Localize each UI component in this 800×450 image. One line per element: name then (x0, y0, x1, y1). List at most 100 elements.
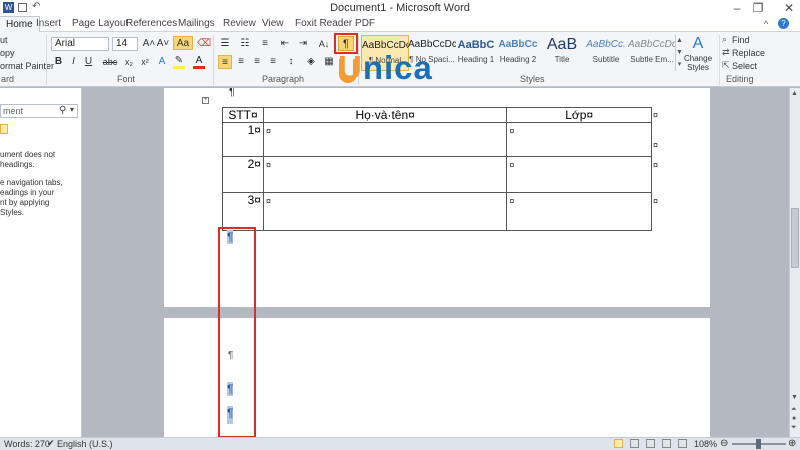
student-table[interactable]: STT¤ Họ·và·tên¤ Lớp¤ 1¤ ¤ ¤ 2¤ ¤ ¤ 3¤ ¤ … (222, 107, 652, 231)
subscript-button[interactable]: x₂ (122, 55, 136, 69)
ribbon-tabs: Home Insert Page Layout References Maili… (0, 16, 800, 33)
style-heading-2[interactable]: AaBbCc Heading 2 (494, 35, 542, 71)
align-left-icon[interactable]: ≡ (218, 55, 232, 69)
table-header-cell[interactable]: STT¤ (222, 107, 264, 123)
cell-stt: 1¤ (247, 123, 261, 137)
italic-button[interactable]: I (68, 55, 79, 69)
text-effects-icon[interactable]: A (156, 55, 168, 69)
clear-formatting-icon[interactable]: ⌫ (197, 37, 211, 51)
style-subtle-emphasis[interactable]: AaBbCcDc Subtle Em... (628, 35, 676, 71)
change-case-button[interactable]: Aa (173, 36, 193, 50)
table-cell[interactable]: ¤ (506, 192, 652, 231)
increase-indent-icon[interactable]: ⇥ (296, 37, 310, 51)
bold-button[interactable]: B (53, 55, 64, 69)
align-center-icon[interactable]: ≡ (234, 55, 248, 69)
table-header-cell[interactable]: Họ·và·tên¤ (262, 107, 508, 123)
ribbon-minimize-icon[interactable]: ^ (764, 19, 768, 29)
table-cell[interactable]: ¤ (262, 192, 508, 231)
replace-icon: ⇄ (722, 47, 730, 57)
scrollbar-thumb[interactable] (791, 208, 799, 268)
table-cell[interactable]: 3¤ (222, 192, 264, 231)
proofing-icon[interactable]: ✔ (47, 438, 55, 449)
style-heading-1[interactable]: AaBbC Heading 1 (452, 35, 500, 71)
tab-page-layout[interactable]: Page Layout (72, 18, 128, 29)
language-status[interactable]: English (U.S.) (57, 439, 113, 449)
superscript-button[interactable]: x² (138, 55, 152, 69)
copy-button[interactable]: opy (0, 48, 15, 58)
nav-tab-headings-icon[interactable] (0, 124, 8, 134)
status-bar: Words: 270 ✔ English (U.S.) 108% ⊖ ⊕ (0, 437, 800, 450)
bullets-icon[interactable]: ☰ (218, 37, 232, 51)
next-page-icon[interactable]: ⏷ (791, 424, 797, 432)
table-header-cell[interactable]: Lớp¤ (506, 107, 652, 123)
tab-home[interactable]: Home (0, 16, 40, 33)
chevron-down-icon[interactable]: ▾ (70, 105, 74, 114)
table-cell[interactable]: 2¤ (222, 156, 264, 193)
font-group-label: Font (117, 74, 136, 84)
replace-button[interactable]: Replace (732, 48, 765, 58)
print-layout-icon[interactable] (614, 439, 623, 448)
nav-search-input[interactable]: ment ⚲ ▾ (0, 104, 78, 118)
previous-page-icon[interactable]: ⏶ (791, 406, 797, 414)
web-layout-icon[interactable] (646, 439, 655, 448)
tab-view[interactable]: View (262, 18, 284, 29)
underline-button[interactable]: U (83, 55, 94, 69)
change-styles-button[interactable]: Change Styles (684, 54, 712, 72)
numbering-icon[interactable]: ☷ (238, 37, 252, 51)
tab-references[interactable]: References (126, 18, 177, 29)
font-color-button[interactable]: A (193, 55, 205, 69)
style-subtitle[interactable]: AaBbCc. Subtitle (582, 35, 630, 71)
table-cell[interactable]: 1¤ (222, 122, 264, 157)
shrink-font-button[interactable]: A˅ (156, 37, 170, 51)
table-move-handle-icon[interactable]: + (202, 97, 209, 104)
borders-icon[interactable]: ▦ (322, 55, 336, 69)
styles-scroll-icon[interactable]: ▲ ▼ ▾ (675, 35, 683, 71)
select-button[interactable]: Select (732, 61, 757, 71)
zoom-level[interactable]: 108% (694, 439, 717, 449)
tab-review[interactable]: Review (223, 18, 256, 29)
decrease-indent-icon[interactable]: ⇤ (278, 37, 292, 51)
zoom-out-icon[interactable]: ⊖ (720, 438, 728, 449)
word-count[interactable]: Words: 270 (4, 439, 50, 449)
justify-icon[interactable]: ≡ (266, 55, 280, 69)
grow-font-button[interactable]: A˄ (142, 37, 156, 51)
scroll-up-icon[interactable]: ▲ (791, 90, 798, 97)
font-size-combo[interactable]: 14 (112, 37, 138, 51)
change-styles-icon[interactable]: A (690, 35, 706, 53)
find-button[interactable]: Find (732, 35, 750, 45)
browse-object-icon[interactable]: ● (792, 415, 796, 422)
strikethrough-button[interactable]: abc (101, 55, 119, 69)
vertical-scrollbar[interactable]: ▲ ▼ ⏶ ● ⏷ (789, 88, 800, 437)
outline-view-icon[interactable] (662, 439, 671, 448)
highlight-icon[interactable]: ✎ (173, 55, 185, 69)
style-title[interactable]: AaB Title (538, 35, 586, 71)
font-name-combo[interactable]: Arial (51, 37, 109, 51)
styles-group-label: Styles (520, 74, 545, 84)
cell-end-mark: ¤ (265, 160, 271, 170)
align-right-icon[interactable]: ≡ (250, 55, 264, 69)
cut-button[interactable]: ut (0, 35, 8, 45)
table-cell[interactable]: ¤ (262, 122, 508, 157)
zoom-slider-handle[interactable] (756, 439, 761, 449)
close-button[interactable]: ✕ (771, 0, 800, 16)
shading-icon[interactable]: ◈ (304, 55, 318, 69)
document-area[interactable]: + ¶ STT¤ Họ·và·tên¤ Lớp¤ 1¤ ¤ ¤ 2¤ ¤ ¤ 3… (83, 88, 789, 437)
zoom-in-icon[interactable]: ⊕ (788, 438, 796, 449)
table-cell[interactable]: ¤ (262, 156, 508, 193)
draft-view-icon[interactable] (678, 439, 687, 448)
table-row: 1¤ ¤ ¤ (222, 122, 652, 157)
multilevel-list-icon[interactable]: ≡ (258, 37, 272, 51)
table-cell[interactable]: ¤ (506, 122, 652, 157)
style-heading-2-label: Heading 2 (499, 55, 537, 64)
scroll-down-icon[interactable]: ▼ (791, 394, 798, 401)
sort-button[interactable]: A↓ (316, 37, 332, 51)
table-cell[interactable]: ¤ (506, 156, 652, 193)
tab-foxit-reader-pdf[interactable]: Foxit Reader PDF (295, 18, 375, 29)
search-icon[interactable]: ⚲ (59, 105, 66, 116)
full-screen-reading-icon[interactable] (630, 439, 639, 448)
tab-insert[interactable]: Insert (36, 18, 61, 29)
help-icon[interactable]: ? (778, 18, 789, 29)
line-spacing-icon[interactable]: ↕ (284, 55, 298, 69)
tab-mailings[interactable]: Mailings (178, 18, 215, 29)
nav-info-line: e navigation tabs, (0, 178, 63, 187)
